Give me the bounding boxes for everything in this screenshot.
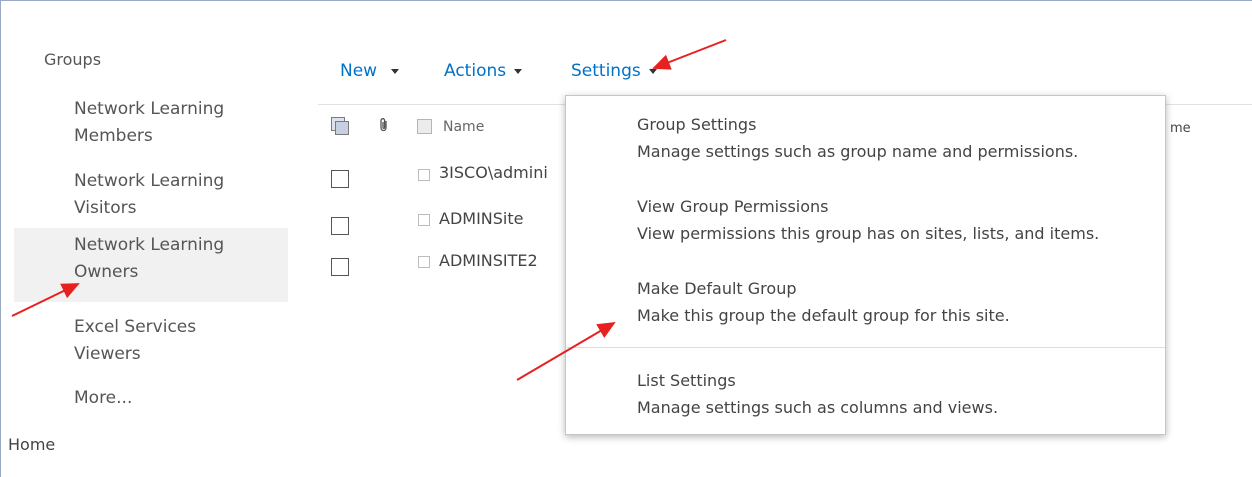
attachment-icon	[378, 117, 390, 137]
menu-item-description: View permissions this group has on sites…	[637, 224, 1100, 243]
nav-item-label-line2: Members	[74, 126, 153, 146]
menu-item-description: Manage settings such as columns and view…	[637, 398, 999, 417]
chevron-down-icon	[391, 68, 400, 74]
menu-item-title: Make Default Group	[637, 279, 797, 298]
menu-item-view-group-permissions[interactable]: View Group Permissions View permissions …	[566, 197, 1165, 277]
settings-dropdown-menu: Group Settings Manage settings such as g…	[565, 95, 1166, 435]
menu-item-title: List Settings	[637, 371, 736, 390]
table-row-name[interactable]: 3ISCO\admini	[439, 163, 548, 182]
menu-item-description: Make this group the default group for th…	[637, 306, 1010, 325]
nav-item-label-line1: Excel Services	[74, 317, 197, 337]
nav-item-label-line2: Owners	[74, 262, 139, 282]
menu-separator	[566, 347, 1165, 348]
row-item-checkbox-icon	[418, 214, 430, 226]
settings-menu-button[interactable]: Settings	[571, 61, 657, 81]
menu-item-title: View Group Permissions	[637, 197, 829, 216]
row-select-checkbox[interactable]	[331, 258, 349, 276]
frame-left-border	[0, 0, 1, 477]
new-button-label: New	[340, 61, 378, 81]
name-column-header[interactable]: Name	[443, 119, 484, 135]
menu-item-title: Group Settings	[637, 115, 757, 134]
nav-home-link[interactable]: Home	[8, 435, 55, 454]
nav-more-link[interactable]: More...	[74, 388, 132, 408]
arrow-to-settings	[652, 39, 727, 70]
chevron-down-icon	[648, 68, 657, 74]
row-item-checkbox-icon	[418, 169, 430, 181]
nav-heading-groups[interactable]: Groups	[44, 50, 101, 69]
nav-item-label-line1: Network Learning	[74, 235, 225, 255]
nav-item-network-learning-members[interactable]: Network Learning Members	[14, 92, 288, 166]
nav-item-label-line1: Network Learning	[74, 171, 225, 191]
row-select-checkbox[interactable]	[331, 217, 349, 235]
nav-item-network-learning-owners[interactable]: Network Learning Owners	[14, 228, 288, 302]
table-row-name[interactable]: ADMINSite	[439, 209, 523, 228]
menu-item-description: Manage settings such as group name and p…	[637, 142, 1079, 161]
nav-item-label-line1: Network Learning	[74, 99, 225, 119]
actions-button-label: Actions	[444, 61, 507, 81]
select-all-icon[interactable]	[331, 117, 349, 135]
table-row-name[interactable]: ADMINSITE2	[439, 251, 538, 270]
header-checkbox[interactable]	[417, 119, 432, 134]
menu-item-group-settings[interactable]: Group Settings Manage settings such as g…	[566, 115, 1165, 195]
row-item-checkbox-icon	[418, 256, 430, 268]
column-header-fragment[interactable]: me	[1170, 121, 1191, 136]
nav-item-label-line2: Visitors	[74, 198, 137, 218]
frame-top-border	[0, 0, 1252, 1]
chevron-down-icon	[514, 68, 523, 74]
nav-item-network-learning-visitors[interactable]: Network Learning Visitors	[14, 164, 288, 238]
new-menu-button[interactable]: New	[340, 61, 400, 81]
row-select-checkbox[interactable]	[331, 170, 349, 188]
nav-item-label-line2: Viewers	[74, 344, 141, 364]
menu-item-list-settings[interactable]: List Settings Manage settings such as co…	[566, 371, 1165, 451]
actions-menu-button[interactable]: Actions	[444, 61, 523, 81]
settings-button-label: Settings	[571, 61, 641, 81]
nav-item-excel-services-viewers[interactable]: Excel Services Viewers	[14, 310, 288, 384]
